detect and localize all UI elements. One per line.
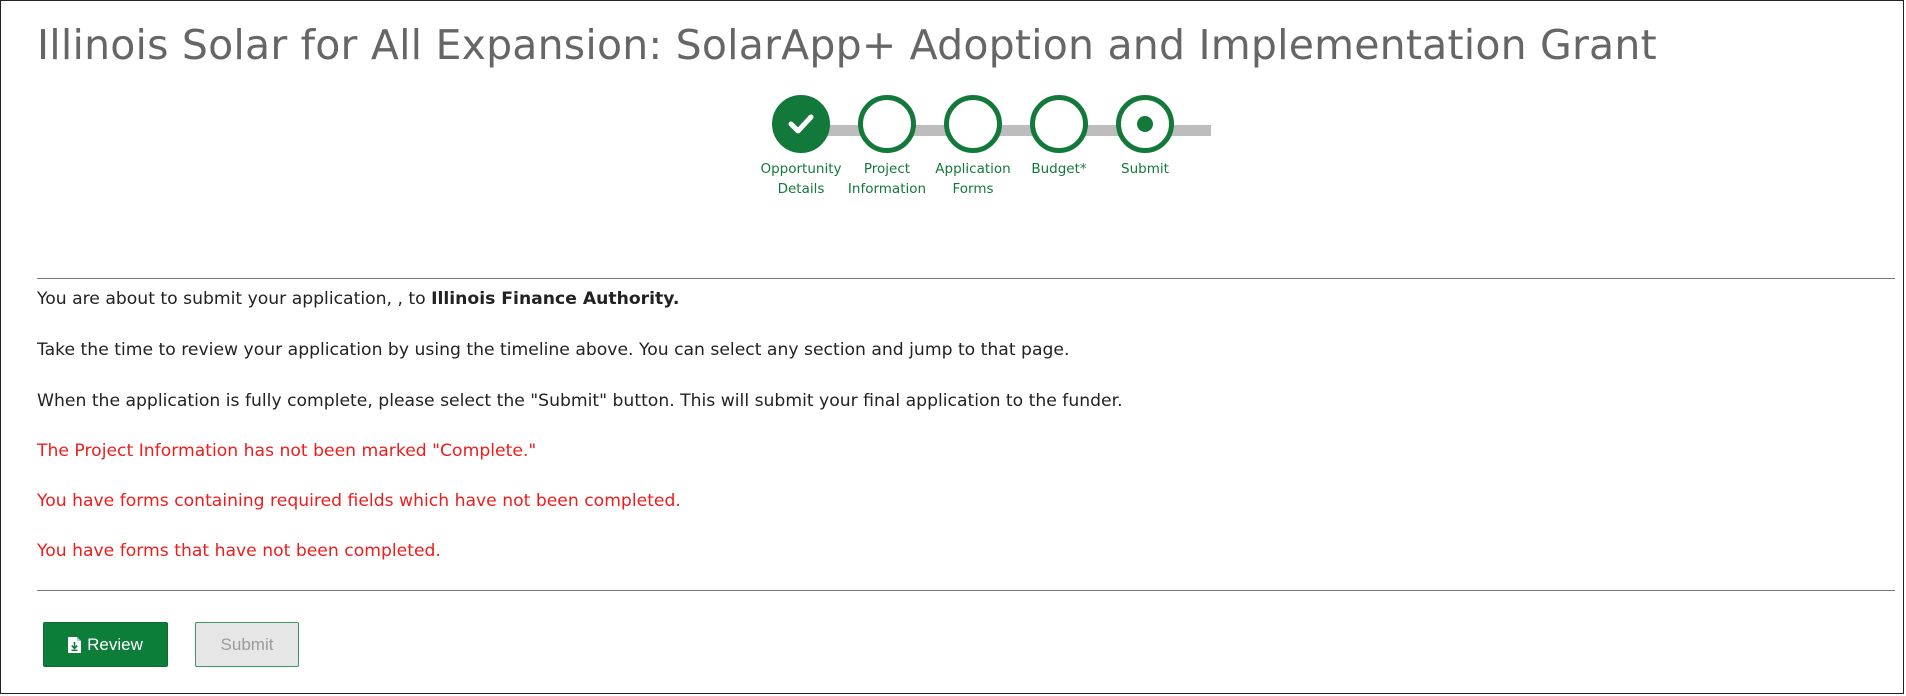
submit-hint: When the application is fully complete, …: [37, 391, 1123, 411]
step-incomplete-indicator: [1030, 95, 1088, 153]
step-incomplete-indicator: [858, 95, 916, 153]
submit-intro-text: You are about to submit your application…: [37, 289, 432, 309]
current-step-dot: [1137, 116, 1153, 132]
application-timeline: Opportunity Details Project Information …: [741, 95, 1241, 215]
page-title: Illinois Solar for All Expansion: SolarA…: [37, 21, 1657, 69]
error-message: You have forms that have not been comple…: [37, 541, 441, 561]
timeline-step-submit[interactable]: Submit: [1085, 95, 1205, 179]
review-hint: Take the time to review your application…: [37, 340, 1070, 360]
document-download-icon: [68, 636, 82, 653]
error-message: You have forms containing required field…: [37, 491, 681, 511]
submit-button-label: Submit: [220, 634, 274, 654]
submit-button[interactable]: Submit: [195, 622, 299, 667]
review-button-label: Review: [87, 634, 143, 654]
divider-bottom: [37, 590, 1895, 591]
step-current-indicator: [1116, 95, 1174, 153]
page-frame: Illinois Solar for All Expansion: SolarA…: [0, 0, 1904, 694]
submit-intro: You are about to submit your application…: [37, 289, 679, 309]
step-complete-indicator: [772, 95, 830, 153]
review-button[interactable]: Review: [43, 622, 168, 667]
checkmark-icon: [788, 114, 814, 134]
error-message: The Project Information has not been mar…: [37, 441, 537, 461]
step-incomplete-indicator: [944, 95, 1002, 153]
funder-name: Illinois Finance Authority.: [431, 289, 680, 309]
timeline-step-label: Submit: [1121, 161, 1169, 177]
divider-top: [37, 278, 1895, 279]
